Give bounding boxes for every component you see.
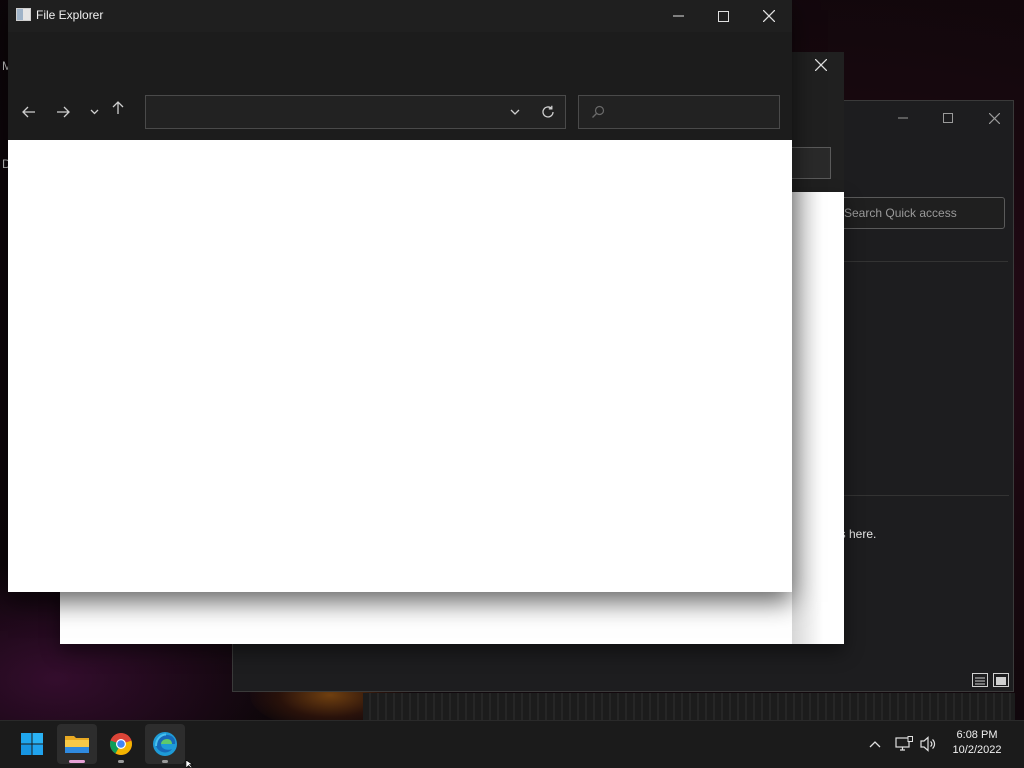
windows-start-icon bbox=[21, 733, 43, 755]
close-button[interactable] bbox=[806, 56, 836, 78]
chrome-icon bbox=[110, 733, 132, 755]
arrow-up-icon bbox=[112, 101, 124, 114]
mouse-cursor-icon bbox=[186, 760, 194, 768]
details-view-button[interactable] bbox=[972, 673, 988, 687]
volume-icon bbox=[920, 736, 936, 752]
middle-window-shadow bbox=[792, 192, 844, 644]
details-view-icon bbox=[975, 677, 985, 685]
divider bbox=[833, 495, 1009, 496]
close-icon bbox=[763, 10, 775, 22]
clock-time: 6:08 PM bbox=[956, 729, 998, 741]
folder-icon bbox=[65, 736, 89, 753]
arrow-left-icon bbox=[22, 106, 35, 118]
chevron-up-icon bbox=[869, 741, 881, 748]
address-dropdown-button[interactable] bbox=[508, 106, 522, 118]
search-box[interactable] bbox=[578, 95, 780, 129]
maximize-button[interactable] bbox=[928, 107, 968, 129]
window-title: File Explorer bbox=[36, 8, 104, 22]
taskbar-chrome[interactable] bbox=[101, 724, 141, 764]
address-bar[interactable] bbox=[145, 95, 566, 129]
arrow-right-icon bbox=[57, 106, 70, 118]
close-icon bbox=[988, 112, 1000, 124]
close-icon bbox=[814, 58, 828, 72]
recent-locations-button[interactable] bbox=[81, 99, 107, 125]
up-button[interactable] bbox=[105, 95, 131, 121]
running-indicator bbox=[118, 760, 124, 763]
taskbar-file-explorer[interactable] bbox=[57, 724, 97, 764]
large-icons-view-icon bbox=[996, 677, 1006, 685]
search-icon bbox=[591, 105, 605, 119]
refresh-button[interactable] bbox=[539, 103, 557, 121]
minimize-button[interactable] bbox=[883, 107, 923, 129]
network-icon bbox=[895, 736, 913, 751]
file-list-area[interactable] bbox=[8, 140, 792, 592]
start-button[interactable] bbox=[12, 724, 52, 764]
active-indicator bbox=[69, 760, 85, 763]
large-icons-view-button[interactable] bbox=[993, 673, 1009, 687]
running-indicator bbox=[162, 760, 168, 763]
forward-button[interactable] bbox=[50, 99, 76, 125]
minimize-icon bbox=[898, 117, 908, 119]
maximize-icon bbox=[943, 113, 953, 123]
file-explorer-icon bbox=[16, 8, 31, 21]
close-button[interactable] bbox=[746, 4, 792, 28]
divider bbox=[843, 261, 1008, 262]
chevron-down-icon bbox=[510, 109, 520, 115]
network-button[interactable] bbox=[893, 734, 915, 754]
clock[interactable]: 6:08 PM 10/2/2022 bbox=[944, 728, 1010, 758]
chevron-down-icon bbox=[90, 109, 98, 115]
minimize-button[interactable] bbox=[655, 4, 701, 28]
back-button[interactable] bbox=[16, 99, 42, 125]
clock-date: 10/2/2022 bbox=[952, 744, 1002, 756]
volume-button[interactable] bbox=[918, 734, 940, 754]
show-hidden-icons-button[interactable] bbox=[866, 735, 884, 753]
refresh-icon bbox=[542, 105, 554, 118]
maximize-icon bbox=[717, 10, 729, 22]
edge-icon bbox=[153, 732, 177, 756]
taskbar-edge[interactable] bbox=[145, 724, 185, 764]
minimize-icon bbox=[672, 15, 684, 17]
search-input[interactable]: Search Quick access bbox=[833, 197, 1005, 229]
maximize-button[interactable] bbox=[700, 4, 746, 28]
close-button[interactable] bbox=[974, 107, 1014, 129]
command-bar bbox=[8, 32, 792, 88]
background-strip bbox=[363, 693, 1015, 721]
